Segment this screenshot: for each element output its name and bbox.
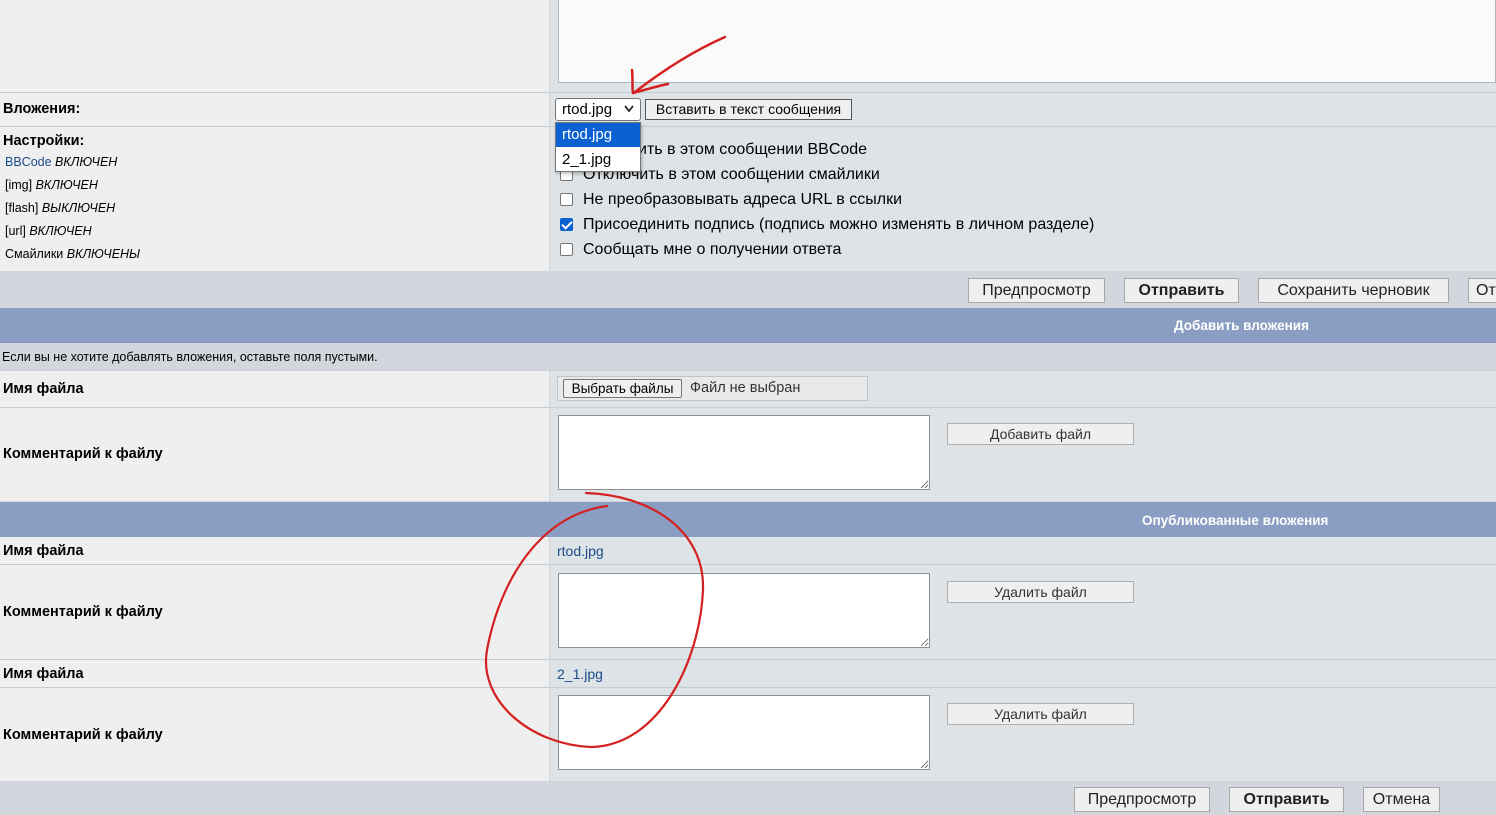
attachments-label-cell [0,93,549,126]
bbcode-link[interactable]: BBCode [5,155,52,169]
comment-label: Комментарий к файлу [3,446,163,462]
attachment-select[interactable]: rtod.jpg [555,98,641,121]
preview-button[interactable]: Предпросмотр [1074,787,1210,812]
posted-file-link[interactable]: 2_1.jpg [557,666,603,682]
setting-state: ВКЛЮЧЕН [29,224,92,238]
option-label: ить в этом сообщении BBCode [638,141,868,158]
dropdown-option-selected[interactable]: rtod.jpg [556,123,640,147]
filename-cell [550,660,1496,687]
posted-attachments-header: Опубликованные вложения [0,502,1496,537]
setting-name: [flash] [5,201,39,215]
preview-button[interactable]: Предпросмотр [968,278,1105,303]
attachment-select-value: rtod.jpg [562,101,613,118]
add-attachments-title: Добавить вложения [1174,318,1309,333]
message-textarea[interactable] [558,0,1496,83]
add-attachments-header: Добавить вложения [0,308,1496,343]
file-input[interactable]: Выбрать файлы Файл не выбран [557,376,868,401]
filename-cell [550,537,1496,564]
setting-state: ВКЛЮЧЕН [55,155,118,169]
setting-img: [img] ВКЛЮЧЕН [5,178,98,192]
checkbox-checked[interactable] [560,218,573,231]
setting-state: ВКЛЮЧЕНЫ [66,247,141,261]
posted-filename-label: Имя файла [3,666,84,682]
checkbox[interactable] [560,243,573,256]
no-file-text: Файл не выбран [690,380,801,396]
submit-button[interactable]: Отправить [1124,278,1239,303]
attachments-hint: Если вы не хотите добавлять вложения, ос… [2,350,378,364]
cancel-button-partial[interactable]: От [1468,278,1496,303]
new-file-comment-textarea[interactable] [558,415,930,490]
delete-file-button[interactable]: Удалить файл [947,703,1134,725]
dropdown-option[interactable]: 2_1.jpg [556,148,640,172]
setting-url: [url] ВКЛЮЧЕН [5,224,92,238]
submit-button[interactable]: Отправить [1229,787,1344,812]
setting-bbcode: BBCode ВКЛЮЧЕН [5,155,117,169]
posted-comment-label: Комментарий к файлу [3,604,163,620]
setting-state: ВКЛЮЧЕН [35,178,98,192]
checkbox[interactable] [560,193,573,206]
setting-name: [url] [5,224,26,238]
settings-label: Настройки: [3,133,85,149]
filename-label: Имя файла [3,381,84,397]
posted-attachments-title: Опубликованные вложения [1142,513,1329,528]
posted-filename-label: Имя файла [3,543,84,559]
option-label: Не преобразовывать адреса URL в ссылки [583,191,903,208]
posted-file-comment-textarea[interactable] [558,573,930,648]
option-label: Присоединить подпись (подпись можно изме… [583,216,1095,233]
cancel-button[interactable]: Отмена [1363,787,1440,812]
delete-file-button[interactable]: Удалить файл [947,581,1134,603]
posted-comment-label: Комментарий к файлу [3,727,163,743]
setting-smilies: Смайлики ВКЛЮЧЕНЫ [5,247,140,261]
attachment-dropdown-list: rtod.jpg 2_1.jpg [555,122,641,172]
choose-files-button[interactable]: Выбрать файлы [563,379,682,398]
chevron-down-icon [624,105,634,113]
setting-state: ВЫКЛЮЧЕН [41,201,116,215]
save-draft-button[interactable]: Сохранить черновик [1258,278,1449,303]
setting-name: [img] [5,178,33,192]
setting-flash: [flash] ВЫКЛЮЧЕН [5,201,115,215]
message-label-cell [0,0,549,92]
attachments-label: Вложения: [3,101,81,117]
add-file-button[interactable]: Добавить файл [947,423,1134,445]
posted-file-link[interactable]: rtod.jpg [557,543,604,559]
insert-into-text-button[interactable]: Вставить в текст сообщения [645,99,852,120]
setting-name: Смайлики [5,247,64,261]
option-label: Сообщать мне о получении ответа [583,241,842,258]
posted-file-comment-textarea[interactable] [558,695,930,770]
